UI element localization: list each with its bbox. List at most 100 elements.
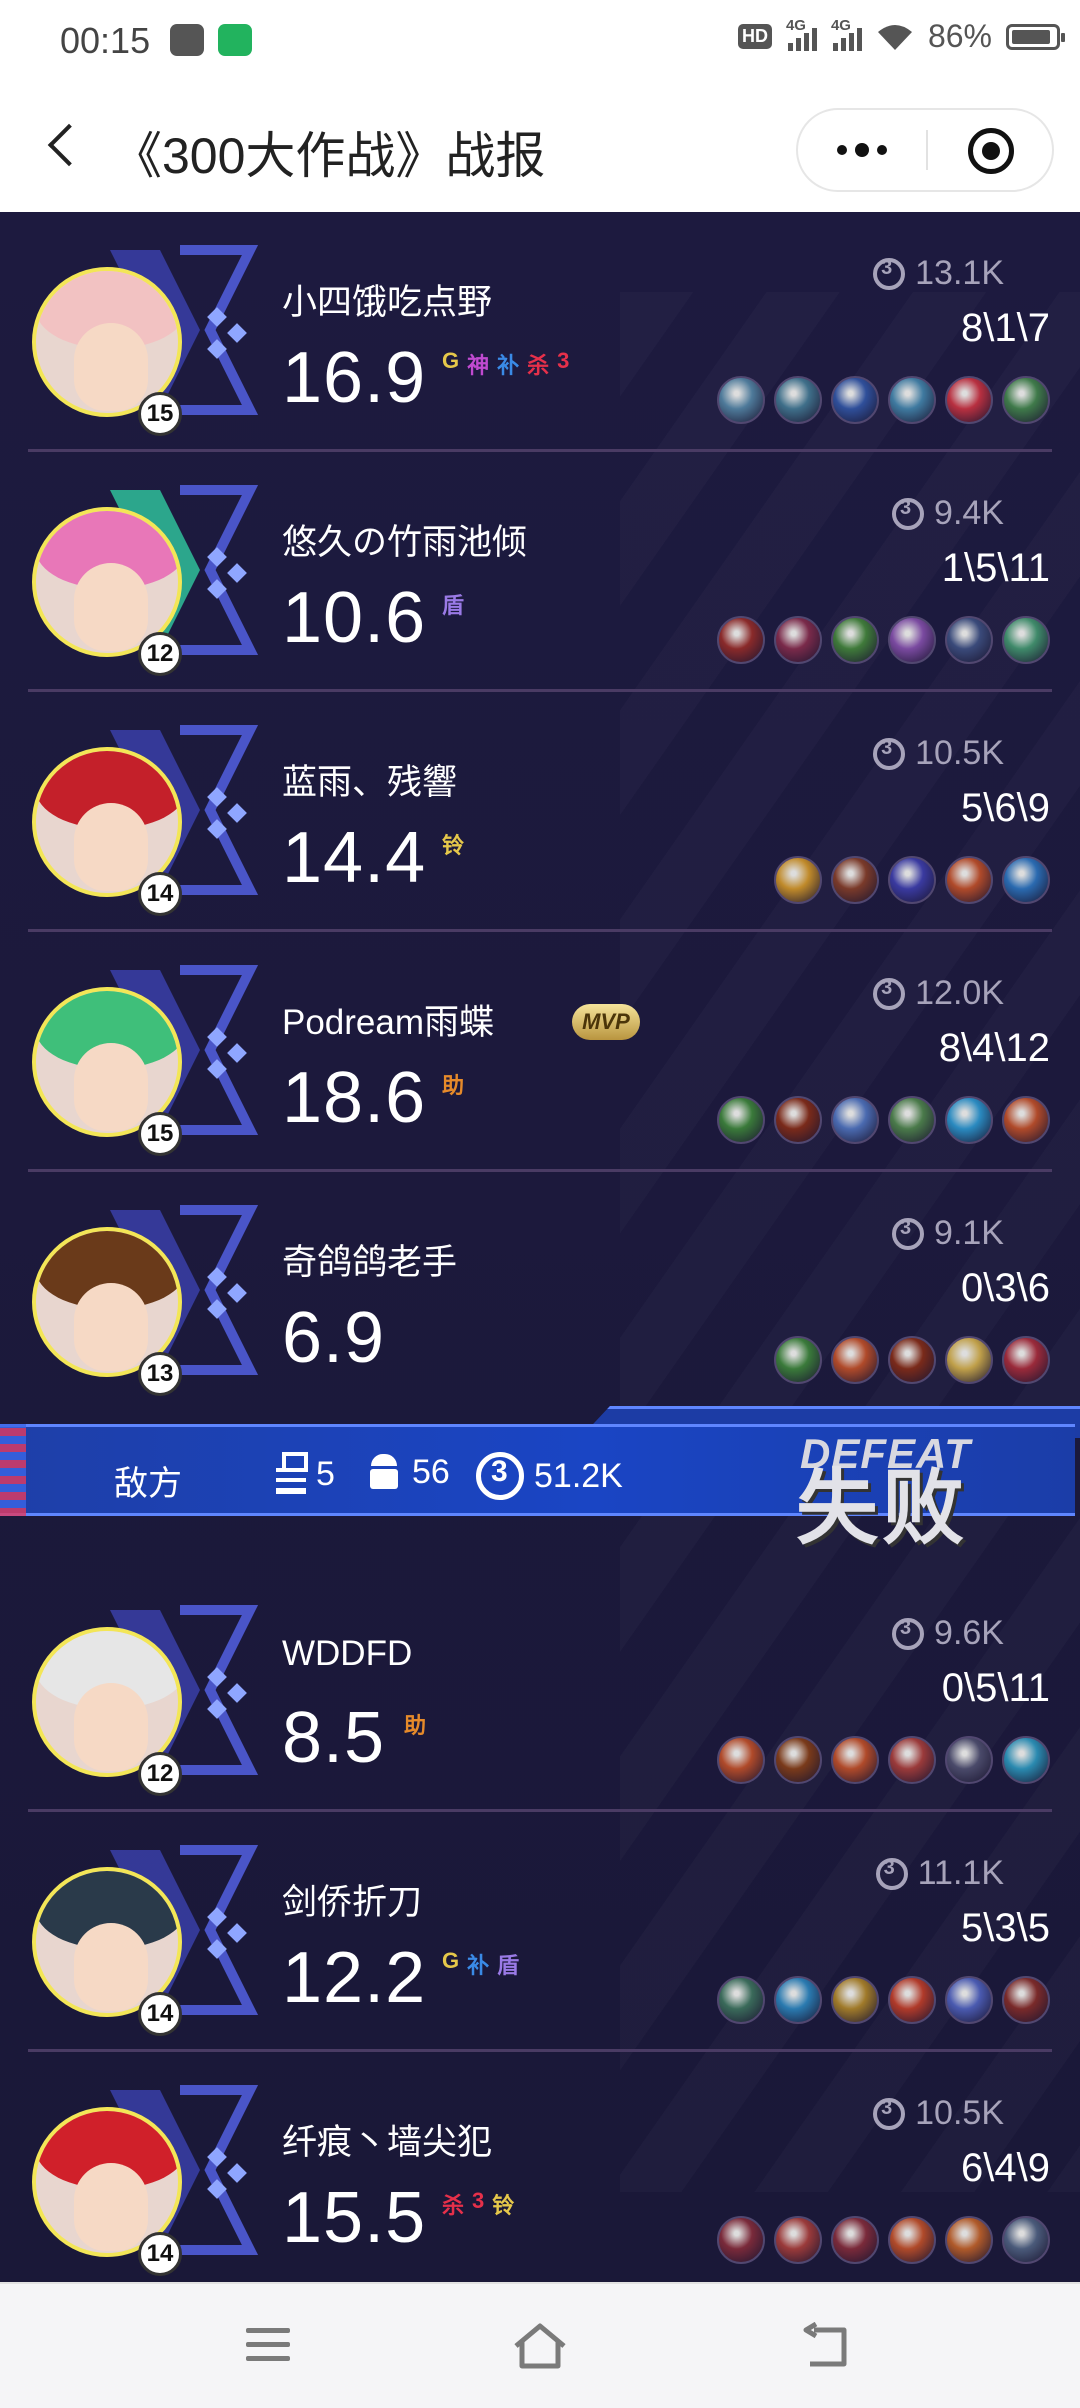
player-row[interactable]: 14 蓝雨、残響 14.4 铃 10.5K 5\6\9	[0, 692, 1080, 932]
equipment-item-icon[interactable]	[774, 616, 822, 664]
equipment-item-icon[interactable]	[717, 1096, 765, 1144]
equipment-item-icon[interactable]	[945, 1336, 993, 1384]
player-row[interactable]: 15 小四饿吃点野 16.9 G神补杀3 13.1K 8\1\7	[0, 212, 1080, 452]
equipment-item-icon[interactable]	[888, 1736, 936, 1784]
equipment-item-icon[interactable]	[1002, 856, 1050, 904]
equipment-item-icon[interactable]	[717, 376, 765, 424]
player-row[interactable]: 13 奇鸽鸽老手 6.9 9.1K 0\3\6	[0, 1172, 1080, 1412]
equipment-item-icon[interactable]	[717, 2216, 765, 2264]
equipment-item-icon[interactable]	[888, 376, 936, 424]
player-row[interactable]: 15 Podream雨蝶 18.6 助 12.0K 8\4\12 MVP	[0, 932, 1080, 1172]
equipment-item-icon[interactable]	[945, 856, 993, 904]
achievement-badge: 补	[497, 353, 520, 378]
equipment-item-icon[interactable]	[1002, 1976, 1050, 2024]
coin-icon	[873, 977, 906, 1010]
equipment-item-icon[interactable]	[1002, 1336, 1050, 1384]
achievement-badges: 盾	[442, 588, 464, 620]
player-row[interactable]: 14 纤痕丶墙尖犯 15.5 杀3铃 10.5K 6\4\9	[0, 2052, 1080, 2282]
item-list	[717, 1736, 1050, 1784]
equipment-item-icon[interactable]	[831, 856, 879, 904]
more-dots-icon[interactable]	[798, 110, 926, 190]
equipment-item-icon[interactable]	[888, 616, 936, 664]
player-score: 12.2	[282, 1938, 427, 2018]
avatar-face	[74, 2163, 148, 2251]
back-arrow-icon[interactable]	[34, 116, 94, 176]
minion-count: 56	[412, 1452, 450, 1491]
player-row[interactable]: 12 悠久の竹雨池倾 10.6 盾 9.4K 1\5\11	[0, 452, 1080, 692]
achievement-badge: 补	[467, 1953, 490, 1978]
achievement-badges: G神补杀3	[442, 348, 569, 380]
equipment-item-icon[interactable]	[774, 1336, 822, 1384]
equipment-item-icon[interactable]	[774, 1096, 822, 1144]
title-bar: 《300大作战》战报	[0, 86, 1080, 212]
back-icon[interactable]	[800, 2322, 852, 2370]
equipment-item-icon[interactable]	[1002, 2216, 1050, 2264]
avatar-face	[74, 1043, 148, 1131]
player-name: Podream雨蝶	[282, 1003, 495, 1042]
player-gold: 13.1K	[873, 254, 1004, 293]
battery-percent: 86%	[927, 18, 992, 54]
item-list	[717, 1096, 1050, 1144]
player-gold: 9.4K	[892, 494, 1004, 533]
gold-value: 13.1K	[915, 254, 1004, 292]
equipment-item-icon[interactable]	[888, 1976, 936, 2024]
equipment-item-icon[interactable]	[1002, 1736, 1050, 1784]
equipment-item-icon[interactable]	[1002, 1096, 1050, 1144]
achievement-badges: 助	[442, 1068, 464, 1100]
equipment-item-icon[interactable]	[774, 2216, 822, 2264]
equipment-item-icon[interactable]	[1002, 616, 1050, 664]
equipment-item-icon[interactable]	[945, 376, 993, 424]
equipment-item-icon[interactable]	[945, 1736, 993, 1784]
equipment-item-icon[interactable]	[888, 2216, 936, 2264]
equipment-item-icon[interactable]	[831, 1736, 879, 1784]
equipment-item-icon[interactable]	[831, 376, 879, 424]
game-app-icon	[170, 24, 204, 56]
achievement-badge: G	[442, 1948, 460, 1973]
equipment-item-icon[interactable]	[888, 1336, 936, 1384]
equipment-item-icon[interactable]	[945, 2216, 993, 2264]
achievement-badges: 助	[404, 1708, 426, 1740]
equipment-item-icon[interactable]	[717, 1736, 765, 1784]
equipment-item-icon[interactable]	[717, 616, 765, 664]
coin-icon	[476, 1452, 524, 1500]
player-kda: 5\6\9	[961, 786, 1050, 830]
equipment-item-icon[interactable]	[888, 1096, 936, 1144]
page-title: 《300大作战》战报	[112, 128, 546, 184]
status-bar: 00:15 HD 4G 4G 86%	[0, 0, 1080, 86]
equipment-item-icon[interactable]	[831, 616, 879, 664]
equipment-item-icon[interactable]	[831, 2216, 879, 2264]
player-kda: 0\3\6	[961, 1266, 1050, 1310]
equipment-item-icon[interactable]	[1002, 376, 1050, 424]
mini-program-capsule	[796, 108, 1054, 192]
menu-icon[interactable]	[246, 2324, 294, 2368]
player-row[interactable]: 12 WDDFD 8.5 助 9.6K 0\5\11	[0, 1572, 1080, 1812]
player-row[interactable]: 14 剑侨折刀 12.2 G补盾 11.1K 5\3\5	[0, 1812, 1080, 2052]
gold-value: 9.4K	[934, 494, 1004, 532]
equipment-item-icon[interactable]	[774, 376, 822, 424]
equipment-item-icon[interactable]	[774, 1976, 822, 2024]
player-score: 8.5	[282, 1698, 386, 1778]
equipment-item-icon[interactable]	[888, 856, 936, 904]
item-list	[774, 856, 1050, 904]
achievement-badge: 盾	[497, 1953, 520, 1978]
robot-icon	[366, 1452, 402, 1492]
player-kda: 6\4\9	[961, 2146, 1050, 2190]
equipment-item-icon[interactable]	[831, 1336, 879, 1384]
enemy-team-banner: 敌方 5 56 51.2K DEFEAT 失败	[0, 1396, 1080, 1550]
equipment-item-icon[interactable]	[945, 616, 993, 664]
equipment-item-icon[interactable]	[945, 1096, 993, 1144]
equipment-item-icon[interactable]	[774, 1736, 822, 1784]
equipment-item-icon[interactable]	[831, 1976, 879, 2024]
equipment-item-icon[interactable]	[831, 1096, 879, 1144]
home-icon[interactable]	[510, 2320, 570, 2374]
battery-icon	[1006, 23, 1065, 50]
status-time: 00:15	[60, 20, 151, 61]
equipment-item-icon[interactable]	[774, 856, 822, 904]
equipment-item-icon[interactable]	[717, 1976, 765, 2024]
close-target-icon[interactable]	[968, 128, 1014, 174]
equipment-item-icon[interactable]	[945, 1976, 993, 2024]
player-gold: 11.1K	[875, 1854, 1004, 1893]
coin-icon	[892, 1217, 925, 1250]
coin-icon	[873, 2097, 906, 2130]
battle-report: 15 小四饿吃点野 16.9 G神补杀3 13.1K 8\1\7 12 悠久の竹…	[0, 212, 1080, 2282]
